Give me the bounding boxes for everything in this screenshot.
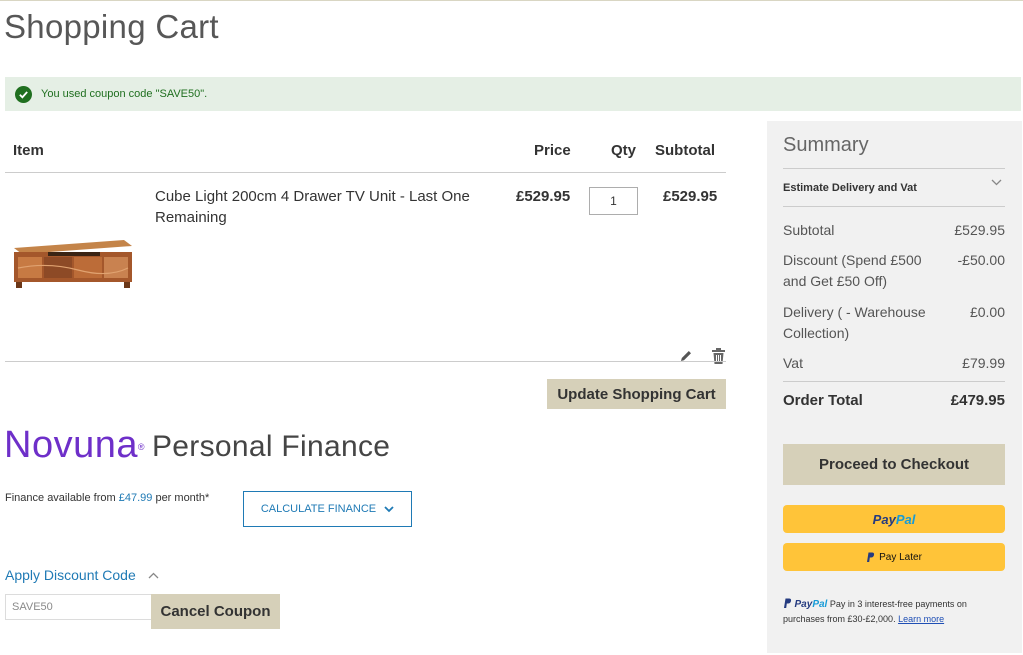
- column-header-qty: Qty: [611, 142, 637, 159]
- chevron-down-icon: [384, 505, 394, 512]
- product-image[interactable]: [8, 238, 136, 290]
- summary-divider: [783, 206, 1005, 207]
- finance-amount: £47.99: [118, 492, 153, 504]
- calculate-finance-label: CALCULATE FINANCE: [260, 503, 377, 515]
- paypal-button[interactable]: Pay Pal: [783, 505, 1005, 533]
- learn-more-link[interactable]: Learn more: [898, 614, 944, 624]
- table-footer-divider: [5, 361, 726, 362]
- novuna-brand-suffix: Personal Finance: [151, 430, 391, 463]
- order-total: Order Total £479.95: [783, 392, 1005, 409]
- product-name[interactable]: Cube Light 200cm 4 Drawer TV Unit - Last…: [155, 186, 485, 228]
- paypal-logo-text: PayPal: [794, 599, 828, 610]
- cancel-coupon-button[interactable]: Cancel Coupon: [151, 594, 280, 629]
- check-icon: [15, 85, 32, 103]
- product-price: £529.95: [516, 188, 571, 205]
- estimate-delivery-toggle[interactable]: Estimate Delivery and Vat: [783, 182, 1005, 194]
- finance-text: Finance available from £47.99 per month*: [5, 492, 210, 504]
- summary-title: Summary: [783, 134, 869, 156]
- summary-row-delivery: Delivery ( - Warehouse Collection) £0.00: [783, 304, 1005, 341]
- success-message: You used coupon code "SAVE50".: [5, 77, 1021, 111]
- chevron-up-icon: [148, 572, 159, 578]
- table-header-divider: [5, 172, 726, 173]
- summary-row-subtotal: Subtotal £529.95: [783, 222, 1005, 238]
- column-header-price: Price: [534, 142, 571, 159]
- quantity-input[interactable]: [589, 187, 638, 215]
- summary-divider: [783, 168, 1005, 169]
- paypal-icon: [867, 552, 875, 562]
- proceed-to-checkout-button[interactable]: Proceed to Checkout: [783, 444, 1005, 485]
- chevron-down-icon[interactable]: [991, 179, 1002, 186]
- product-subtotal: £529.95: [663, 188, 718, 205]
- discount-code-input[interactable]: [5, 594, 152, 620]
- calculate-finance-button[interactable]: CALCULATE FINANCE: [243, 491, 412, 527]
- paypal-icon: [784, 598, 792, 608]
- novuna-brand: Novuna ®: [4, 424, 145, 466]
- summary-row-vat: Vat £79.99: [783, 355, 1005, 371]
- success-message-text: You used coupon code "SAVE50".: [41, 88, 208, 100]
- column-header-subtotal: Subtotal: [655, 142, 715, 159]
- summary-row-discount: Discount (Spend £500 and Get £50 Off) -£5…: [783, 252, 1005, 289]
- pay-later-label: Pay Later: [879, 551, 922, 563]
- page-title: Shopping Cart: [4, 8, 219, 45]
- paypal-pay-later-button[interactable]: Pay Later: [783, 543, 1005, 571]
- order-summary: Summary Estimate Delivery and Vat Subtot…: [767, 121, 1022, 653]
- summary-divider: [783, 381, 1005, 382]
- paypal-message: PayPal Pay in 3 interest-free payments o…: [783, 598, 967, 624]
- novuna-logo: Novuna ® Personal Finance: [4, 420, 390, 464]
- apply-discount-label: Apply Discount Code: [5, 567, 136, 583]
- update-cart-button[interactable]: Update Shopping Cart: [547, 379, 726, 409]
- apply-discount-toggle[interactable]: Apply Discount Code: [5, 567, 159, 583]
- top-divider: [0, 0, 1023, 1]
- column-header-item: Item: [13, 142, 44, 159]
